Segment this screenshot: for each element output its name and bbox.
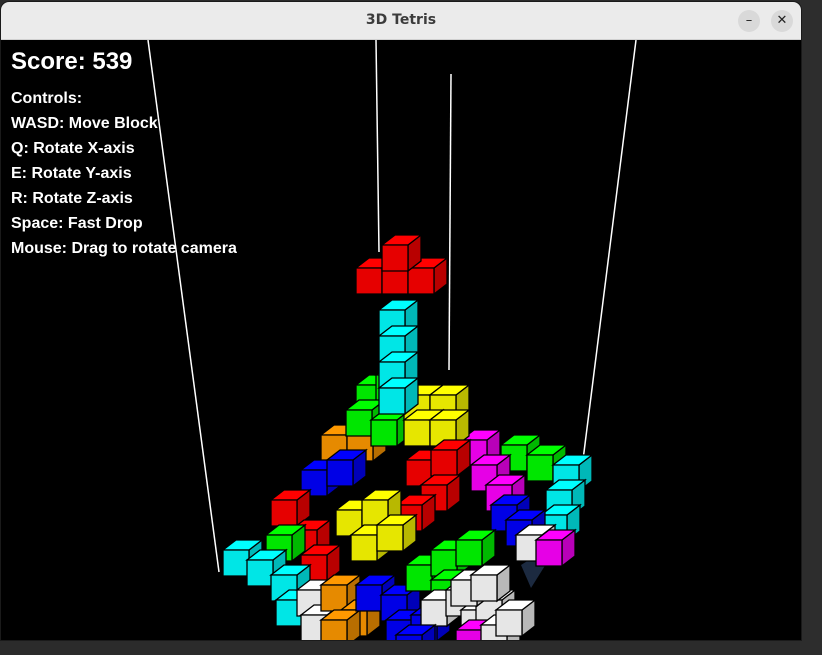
yellow-cube bbox=[375, 513, 418, 553]
control-move: WASD: Move Block bbox=[11, 115, 158, 132]
red-cube bbox=[380, 233, 423, 273]
cube-front bbox=[355, 267, 383, 295]
control-rotate-x: Q: Rotate X-axis bbox=[11, 140, 135, 157]
game-window: 3D Tetris – ✕ Score: 539 Controls: WASD:… bbox=[1, 2, 801, 640]
red-cube bbox=[429, 438, 472, 478]
cube-front bbox=[455, 629, 483, 640]
control-rotate-z: R: Rotate Z-axis bbox=[11, 190, 133, 207]
cube-front bbox=[355, 584, 383, 612]
cube-front bbox=[378, 387, 406, 415]
cube-front bbox=[526, 454, 554, 482]
cube-front bbox=[407, 267, 435, 295]
cube-front bbox=[455, 539, 483, 567]
green-cube bbox=[454, 528, 497, 568]
cube-front bbox=[222, 549, 250, 577]
well-edge-right bbox=[582, 40, 637, 461]
cube-front bbox=[270, 499, 298, 527]
cube-front bbox=[320, 584, 348, 612]
cube-front bbox=[320, 619, 348, 640]
white-cube bbox=[469, 563, 512, 603]
well-edge-left bbox=[147, 40, 220, 573]
window-title: 3D Tetris bbox=[365, 12, 437, 28]
game-viewport[interactable]: Score: 539 Controls: WASD: Move Block Q:… bbox=[1, 40, 801, 640]
cube-front bbox=[376, 524, 404, 552]
cube-front bbox=[470, 574, 498, 602]
cube-front bbox=[430, 449, 458, 477]
control-fast-drop: Space: Fast Drop bbox=[11, 215, 143, 232]
control-rotate-y: E: Rotate Y-axis bbox=[11, 165, 132, 182]
cube-front bbox=[326, 459, 354, 487]
cube-front bbox=[395, 634, 423, 640]
close-button[interactable]: ✕ bbox=[771, 10, 793, 32]
blue-cube bbox=[325, 448, 368, 488]
cube-front bbox=[246, 559, 274, 587]
cube-front bbox=[535, 539, 563, 567]
cyan-cube bbox=[377, 376, 420, 416]
cube-front bbox=[405, 564, 433, 592]
well-edge-back-right bbox=[448, 73, 452, 371]
controls-heading: Controls: bbox=[11, 90, 83, 107]
control-camera: Mouse: Drag to rotate camera bbox=[11, 240, 237, 257]
cube-stack bbox=[221, 233, 594, 640]
magenta-cube bbox=[534, 528, 577, 568]
title-bar[interactable]: 3D Tetris – ✕ bbox=[1, 2, 801, 40]
cube-front bbox=[381, 267, 409, 295]
cube-front bbox=[420, 599, 448, 627]
minimize-button[interactable]: – bbox=[738, 10, 760, 32]
well-edge-back-left bbox=[375, 40, 380, 253]
cube-front bbox=[350, 534, 378, 562]
cube-front bbox=[370, 419, 398, 447]
cube-front bbox=[381, 244, 409, 272]
desktop-background bbox=[800, 0, 822, 655]
cube-front bbox=[495, 609, 523, 637]
cube-front bbox=[403, 419, 431, 447]
white-cube bbox=[494, 598, 537, 638]
cube-front bbox=[345, 409, 373, 437]
score-display: Score: 539 bbox=[11, 48, 133, 75]
